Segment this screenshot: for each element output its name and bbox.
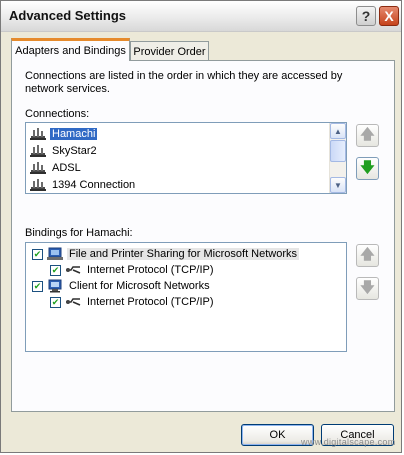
connections-description: Connections are listed in the order in w… xyxy=(25,70,343,95)
connections-list[interactable]: Hamachi SkyStar2 ADSL 1394 Connection ▲ … xyxy=(25,122,347,194)
arrow-up-icon: 🡅 xyxy=(360,125,375,142)
tab-adapters-and-bindings[interactable]: Adapters and Bindings xyxy=(11,38,130,61)
network-adapter-icon xyxy=(30,161,46,175)
scroll-down-arrow-icon[interactable]: ▼ xyxy=(330,177,346,193)
close-button[interactable]: X xyxy=(379,6,399,26)
arrow-down-icon: 🡇 xyxy=(360,158,375,175)
advanced-settings-dialog: Advanced Settings ? X Adapters and Bindi… xyxy=(0,0,402,453)
network-service-icon xyxy=(47,247,63,261)
binding-item-file-printer-sharing[interactable]: File and Printer Sharing for Microsoft N… xyxy=(32,246,300,262)
connection-label: 1394 Connection xyxy=(52,179,136,191)
tab-provider-order[interactable]: Provider Order xyxy=(130,41,209,62)
binding-item-tcpip-1[interactable]: Internet Protocol (TCP/IP) xyxy=(50,262,216,278)
network-adapter-icon xyxy=(30,127,46,141)
binding-item-client-ms-networks[interactable]: Client for Microsoft Networks xyxy=(32,278,212,294)
binding-item-tcpip-2[interactable]: Internet Protocol (TCP/IP) xyxy=(50,294,216,310)
title-bar[interactable]: Advanced Settings ? X xyxy=(1,1,401,32)
scroll-up-arrow-icon[interactable]: ▲ xyxy=(330,123,346,139)
protocol-icon xyxy=(65,263,81,277)
connection-item-skystar2[interactable]: SkyStar2 xyxy=(30,143,99,159)
connection-item-adsl[interactable]: ADSL xyxy=(30,160,83,176)
bindings-label: Bindings for Hamachi: xyxy=(25,227,133,239)
protocol-icon xyxy=(65,295,81,309)
connections-scrollbar[interactable]: ▲ ▼ xyxy=(329,123,346,193)
connection-item-1394[interactable]: 1394 Connection xyxy=(30,177,137,193)
connection-label: ADSL xyxy=(52,162,81,174)
window-title: Advanced Settings xyxy=(9,8,127,23)
help-button[interactable]: ? xyxy=(356,6,376,26)
bindings-list[interactable]: File and Printer Sharing for Microsoft N… xyxy=(25,242,347,352)
binding-label: Internet Protocol (TCP/IP) xyxy=(87,296,214,308)
close-icon: X xyxy=(384,8,394,24)
watermark-text: www.digitalscape.com xyxy=(301,437,396,447)
network-adapter-icon xyxy=(30,178,46,192)
help-icon: ? xyxy=(361,8,371,24)
connection-label: Hamachi xyxy=(50,128,98,140)
binding-move-down-button[interactable]: 🡇 xyxy=(356,277,379,300)
connection-label: SkyStar2 xyxy=(52,145,97,157)
binding-label: Client for Microsoft Networks xyxy=(69,280,210,292)
connection-move-down-button[interactable]: 🡇 xyxy=(356,157,379,180)
connection-item-hamachi[interactable]: Hamachi xyxy=(30,126,98,142)
connections-label: Connections: xyxy=(25,108,90,120)
binding-checkbox[interactable] xyxy=(32,280,43,292)
network-client-icon xyxy=(47,279,63,293)
binding-checkbox[interactable] xyxy=(32,248,43,260)
binding-label: File and Printer Sharing for Microsoft N… xyxy=(67,248,300,260)
binding-checkbox[interactable] xyxy=(50,296,61,308)
connection-move-up-button[interactable]: 🡅 xyxy=(356,124,379,147)
binding-label: Internet Protocol (TCP/IP) xyxy=(87,264,214,276)
binding-move-up-button[interactable]: 🡅 xyxy=(356,244,379,267)
binding-checkbox[interactable] xyxy=(50,264,61,276)
arrow-up-icon: 🡅 xyxy=(360,245,375,262)
arrow-down-icon: 🡇 xyxy=(360,278,375,295)
network-adapter-icon xyxy=(30,144,46,158)
scroll-thumb[interactable] xyxy=(330,140,346,162)
